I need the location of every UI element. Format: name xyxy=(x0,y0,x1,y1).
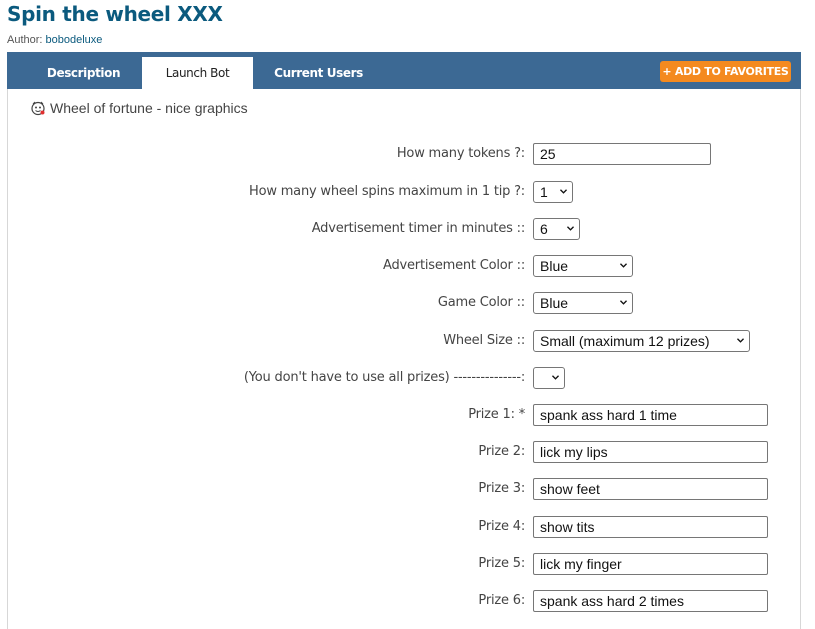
tab-current-users[interactable]: Current Users xyxy=(261,57,376,89)
form-row-ad-timer: Advertisement timer in minutes :: 6 xyxy=(0,217,815,241)
prize-6-input[interactable]: spank ass hard 2 times xyxy=(533,590,768,612)
chevron-down-icon xyxy=(552,375,559,380)
chevron-down-icon xyxy=(620,263,627,268)
form-row-ad-color: Advertisement Color :: Blue xyxy=(0,254,815,278)
max-spins-value: 1 xyxy=(540,184,548,200)
form-row-tokens: How many tokens ?: 25 xyxy=(0,142,815,166)
prize-2-label: Prize 2: xyxy=(478,444,525,459)
max-spins-select[interactable]: 1 xyxy=(533,181,573,203)
ad-color-label: Advertisement Color :: xyxy=(383,258,525,273)
page-title: Spin the wheel XXX xyxy=(7,2,223,26)
form-row-prize-4: Prize 4: show tits xyxy=(0,515,815,539)
prize-1-input[interactable]: spank ass hard 1 time xyxy=(533,404,768,426)
chevron-down-icon xyxy=(620,300,627,305)
form-row-max-spins: How many wheel spins maximum in 1 tip ?:… xyxy=(0,180,815,204)
ad-color-select[interactable]: Blue xyxy=(533,255,633,277)
form-row-wheel-size: Wheel Size :: Small (maximum 12 prizes) xyxy=(0,329,815,353)
form-row-prize-2: Prize 2: lick my lips xyxy=(0,440,815,464)
prize-4-label: Prize 4: xyxy=(478,519,525,534)
form-row-all-prizes: (You don't have to use all prizes) -----… xyxy=(0,366,815,390)
tokens-input[interactable]: 25 xyxy=(533,143,711,165)
wheel-size-select[interactable]: Small (maximum 12 prizes) xyxy=(533,330,750,352)
form-row-prize-5: Prize 5: lick my finger xyxy=(0,552,815,576)
game-color-value: Blue xyxy=(540,295,569,311)
form-row-game-color: Game Color :: Blue xyxy=(0,291,815,315)
prize-2-input[interactable]: lick my lips xyxy=(533,441,768,463)
prize-3-label: Prize 3: xyxy=(478,481,525,496)
form-row-prize-3: Prize 3: show feet xyxy=(0,477,815,501)
wheel-size-value: Small (maximum 12 prizes) xyxy=(540,333,710,349)
all-prizes-select[interactable] xyxy=(533,367,565,389)
ad-color-value: Blue xyxy=(540,258,569,274)
ad-timer-select[interactable]: 6 xyxy=(533,218,580,240)
wheel-size-label: Wheel Size :: xyxy=(443,333,525,348)
ad-timer-label: Advertisement timer in minutes :: xyxy=(311,221,526,236)
tab-launch-bot[interactable]: Launch Bot xyxy=(142,57,253,89)
chevron-down-icon xyxy=(737,338,744,343)
all-prizes-label: (You don't have to use all prizes) -----… xyxy=(243,370,525,385)
prize-1-label: Prize 1: * xyxy=(468,407,525,422)
prize-5-input[interactable]: lick my finger xyxy=(533,553,768,575)
author-link[interactable]: bobodeluxe xyxy=(46,34,103,46)
game-color-label: Game Color :: xyxy=(437,295,525,310)
launch-panel xyxy=(7,89,801,629)
tokens-label: How many tokens ?: xyxy=(396,146,525,161)
bot-face-icon xyxy=(31,101,45,116)
bot-description-text: Wheel of fortune - nice graphics xyxy=(50,100,248,116)
bot-description: Wheel of fortune - nice graphics xyxy=(30,100,248,116)
prize-5-label: Prize 5: xyxy=(478,556,525,571)
prize-4-input[interactable]: show tits xyxy=(533,516,768,538)
author-label: Author: xyxy=(7,34,43,46)
chevron-down-icon xyxy=(560,189,567,194)
form-row-prize-6: Prize 6: spank ass hard 2 times xyxy=(0,589,815,613)
form-row-prize-1: Prize 1: * spank ass hard 1 time xyxy=(0,403,815,427)
chevron-down-icon xyxy=(567,226,574,231)
ad-timer-value: 6 xyxy=(540,221,548,237)
tab-description[interactable]: Description xyxy=(21,57,146,89)
prize-3-input[interactable]: show feet xyxy=(533,478,768,500)
game-color-select[interactable]: Blue xyxy=(533,292,633,314)
max-spins-label: How many wheel spins maximum in 1 tip ?: xyxy=(249,184,525,199)
add-to-favorites-button[interactable]: + ADD TO FAVORITES xyxy=(660,61,791,82)
author-line: Author: bobodeluxe xyxy=(7,34,102,46)
prize-6-label: Prize 6: xyxy=(478,593,525,608)
